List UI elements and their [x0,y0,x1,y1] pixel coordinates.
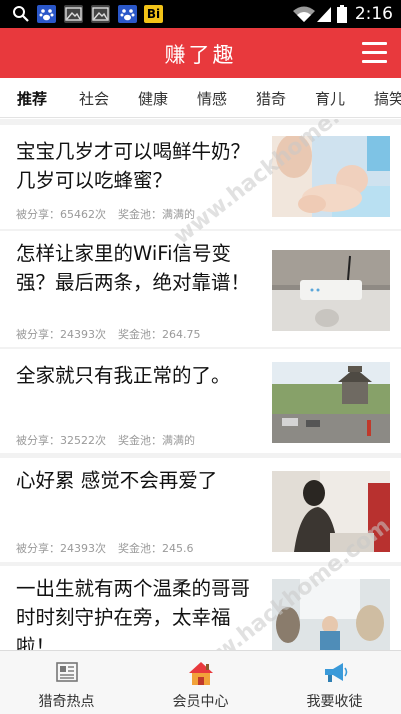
category-tabs: 推荐 社会 健康 情感 猎奇 育儿 搞笑 [0,78,401,118]
article-thumbnail [272,579,390,650]
status-bar: Bi 2:16 [0,0,401,28]
image-icon [64,5,83,23]
search-icon [13,6,29,22]
article-thumbnail [272,250,390,331]
bi-app-icon: Bi [144,5,163,23]
nav-hot-news[interactable]: 猎奇热点 [0,651,133,714]
hamburger-menu-icon[interactable] [362,42,387,64]
article-meta: 被分享：32522次 奖金池：满满的 [16,432,195,448]
baidu-paw-icon [37,5,56,23]
article-item[interactable]: 宝宝几岁才可以喝鲜牛奶？几岁可以吃蜂蜜？ 被分享：65462次 奖金池：满满的 [0,125,401,229]
article-meta: 被分享：65462次 奖金池：满满的 [16,206,195,222]
article-meta: 被分享：24393次 奖金池：245.6 [16,540,194,556]
article-title: 宝宝几岁才可以喝鲜牛奶？几岁可以吃蜂蜜？ [16,140,251,192]
app-header: 赚了趣 [0,28,401,78]
status-time: 2:16 [354,4,393,24]
article-item[interactable]: 心好累 感觉不会再爱了 被分享：24393次 奖金池：245.6 [0,458,401,562]
article-feed[interactable]: 宝宝几岁才可以喝鲜牛奶？几岁可以吃蜂蜜？ 被分享：65462次 奖金池：满满的 怎… [0,119,401,650]
article-thumbnail [272,362,390,443]
bonus-pool: 奖金池：264.75 [118,328,201,341]
bonus-pool: 奖金池：满满的 [118,208,195,221]
house-icon [188,662,213,685]
nav-label: 会员中心 [172,694,229,710]
tab-health[interactable]: 健康 [138,88,168,109]
app-title: 赚了趣 [164,43,237,67]
image-icon [91,5,110,23]
megaphone-icon [324,663,347,682]
article-item[interactable]: 怎样让家里的WiFi信号变强？最后两条，绝对靠谱！ 被分享：24393次 奖金池：… [0,231,401,347]
share-count: 被分享：65462次 [16,208,106,221]
article-title: 心好累 感觉不会再爱了 [16,469,218,492]
tab-emotion[interactable]: 情感 [197,88,227,109]
signal-icon [317,7,331,22]
bonus-pool: 奖金池：245.6 [118,542,194,555]
tab-recommend[interactable]: 推荐 [17,88,47,109]
share-count: 被分享：24393次 [16,542,106,555]
nav-label: 我要收徒 [306,694,363,710]
nav-member-center[interactable]: 会员中心 [134,651,267,714]
article-title: 一出生就有两个温柔的哥哥时时刻守护在旁，太幸福啦！ [16,577,251,650]
tab-curiosity[interactable]: 猎奇 [256,88,286,109]
article-title: 怎样让家里的WiFi信号变强？最后两条，绝对靠谱！ [16,242,251,294]
nav-recruit[interactable]: 我要收徒 [268,651,401,714]
share-count: 被分享：32522次 [16,434,106,447]
battery-icon [337,5,347,23]
tab-society[interactable]: 社会 [79,88,109,109]
article-meta: 被分享：24393次 奖金池：264.75 [16,326,201,342]
bottom-navigation: 猎奇热点 会员中心 我要收徒 [0,650,401,714]
bonus-pool: 奖金池：满满的 [118,434,195,447]
baidu-paw-icon [118,5,137,23]
tab-funny[interactable]: 搞笑 [374,88,401,109]
article-thumbnail [272,471,390,552]
newspaper-icon [55,662,78,682]
article-item[interactable]: 一出生就有两个温柔的哥哥时时刻守护在旁，太幸福啦！ [0,566,401,650]
article-item[interactable]: 全家就只有我正常的了。 被分享：32522次 奖金池：满满的 [0,349,401,453]
wifi-icon [293,6,315,22]
share-count: 被分享：24393次 [16,328,106,341]
nav-label: 猎奇热点 [38,694,95,710]
article-title: 全家就只有我正常的了。 [16,364,231,387]
tab-parenting[interactable]: 育儿 [315,88,345,109]
article-thumbnail [272,136,390,217]
